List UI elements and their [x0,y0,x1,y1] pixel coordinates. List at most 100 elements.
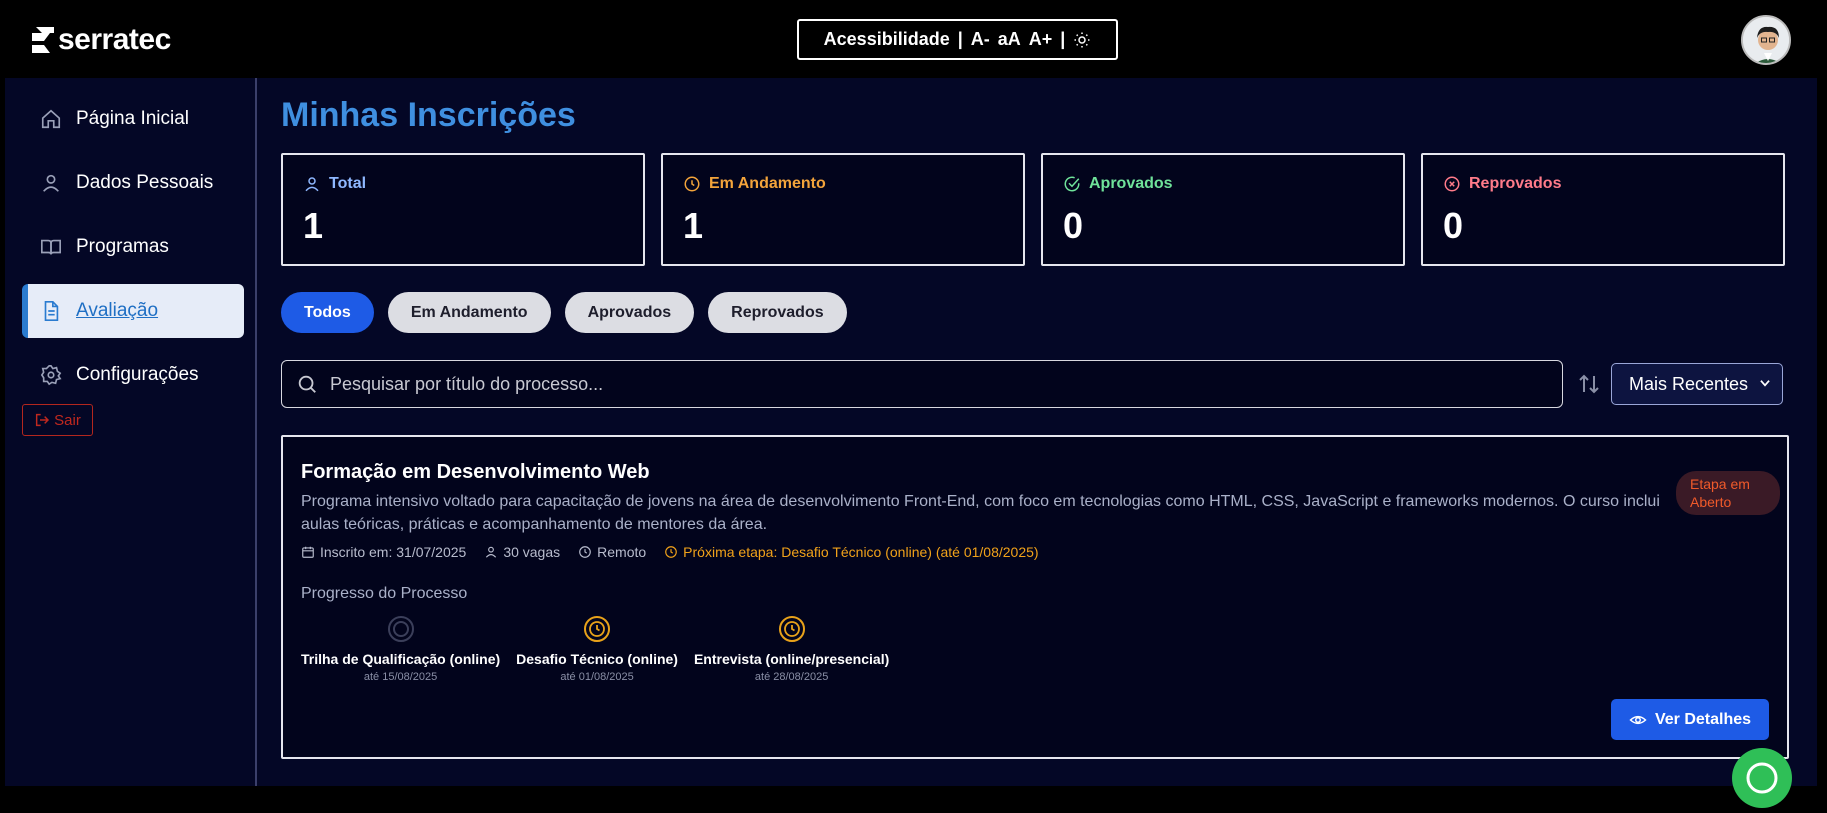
logout-icon [36,413,50,427]
stat-value: 1 [303,205,324,246]
step-date: até 28/08/2025 [754,671,829,683]
sidebar-item-personal-data[interactable]: Dados Pessoais [22,156,244,210]
search-input[interactable] [330,373,1530,395]
calendar-icon [302,546,314,558]
stat-card-approved: Aprovados 0 [1041,153,1405,266]
separator: | [957,29,963,49]
clock-icon [778,616,805,642]
step-name: Entrevista (online/presencial) [693,651,890,667]
avatar-illustration-icon [1743,17,1789,63]
filter-approved[interactable]: Aprovados [564,292,695,333]
sidebar-item-evaluation[interactable]: Avaliação [22,284,244,338]
sort-selected-value: Mais Recentes [1629,373,1749,394]
stat-label: Em Andamento [683,175,826,193]
progress-step: Entrevista (online/presencial) até 28/08… [694,615,889,683]
main-content: Minhas Inscrições Total 1 Em Andamento 1… [259,78,1817,786]
sidebar-item-label: Dados Pessoais [76,172,214,193]
filter-tabs: Todos Em Andamento Aprovados Reprovados [281,292,847,333]
clock-icon [665,546,678,558]
clock-icon [584,616,611,642]
card-description: Programa intensivo voltado para capacita… [301,493,1660,533]
accessibility-label: Acessibilidade [823,29,950,49]
logo-text: serratec [58,23,171,56]
progress-step: Trilha de Qualificação (online) até 15/0… [301,615,500,683]
stat-label-text: Aprovados [1089,175,1173,192]
sidebar-item-home[interactable]: Página Inicial [22,92,244,146]
sun-icon[interactable] [1073,31,1091,49]
clock-icon [684,176,700,192]
search-box [281,360,1563,408]
sidebar-item-settings[interactable]: Configurações [22,348,244,402]
sidebar-item-label: Página Inicial [76,108,190,129]
progress-step: Desafio Técnico (online) até 01/08/2025 [516,615,678,683]
progress-steps: Trilha de Qualificação (online) até 15/0… [301,615,889,683]
filter-in-progress[interactable]: Em Andamento [387,292,551,333]
meta-next-step-text: Próxima etapa: Desafio Técnico (online) … [683,544,1039,560]
sidebar-item-label: Configurações [76,364,199,385]
step-date: até 15/08/2025 [363,671,438,683]
meta-mode: Remoto [578,544,646,560]
enrollment-card: Formação em Desenvolvimento Web Programa… [281,435,1789,759]
stat-card-total: Total 1 [281,153,645,266]
user-icon [486,546,497,558]
sort-select[interactable]: Mais Recentes [1611,363,1783,405]
step-name: Desafio Técnico (online) [516,651,678,667]
filter-all[interactable]: Todos [281,292,374,333]
user-icon [305,177,319,192]
chevron-down-icon [1760,380,1770,387]
stat-value: 1 [683,205,704,246]
sidebar-item-programs[interactable]: Programas [22,220,244,274]
stat-label: Total [303,175,366,193]
meta-next-step: Próxima etapa: Desafio Técnico (online) … [664,544,1039,560]
progress-label: Progresso do Processo [301,585,468,602]
whatsapp-icon [1746,762,1778,794]
card-meta: Inscrito em: 31/07/2025 30 vagas Remoto … [301,544,1039,560]
gear-icon [40,365,62,386]
stat-card-in-progress: Em Andamento 1 [661,153,1025,266]
search-icon [298,375,316,393]
separator: | [1060,29,1066,49]
stat-label: Reprovados [1443,175,1561,193]
meta-enrolled: Inscrito em: 31/07/2025 [301,544,466,560]
clock-icon [579,546,591,558]
serratec-logo[interactable]: serratec [32,22,171,58]
card-title: Formação em Desenvolvimento Web [301,461,650,483]
meta-mode-text: Remoto [597,544,647,560]
eye-icon [1629,715,1647,724]
accessibility-bar: Acessibilidade | A- aA A+ | [797,19,1118,60]
user-icon [43,174,59,192]
stat-value: 0 [1063,205,1084,246]
font-increase-button[interactable]: A+ [1029,29,1053,50]
sort-icon[interactable] [1577,372,1601,396]
status-badge: Etapa em Aberto [1676,471,1780,515]
user-avatar[interactable] [1741,15,1791,65]
whatsapp-chat-button[interactable] [1732,748,1792,808]
font-reset-button[interactable]: aA [998,29,1021,50]
sidebar-item-label: Programas [76,236,169,257]
book-icon [41,239,61,255]
stat-value: 0 [1443,205,1464,246]
sidebar-item-label: Avaliação [76,300,159,321]
view-details-label: Ver Detalhes [1654,710,1752,728]
stat-label-text: Total [329,175,367,192]
document-icon [44,301,59,321]
logo-mark-icon [32,27,54,53]
step-name: Trilha de Qualificação (online) [301,651,501,667]
stat-card-rejected: Reprovados 0 [1421,153,1785,266]
logout-button[interactable]: Sair [22,404,93,436]
check-circle-icon [1064,176,1080,192]
stat-label-text: Reprovados [1469,175,1562,192]
stat-label: Aprovados [1063,175,1173,193]
filter-rejected[interactable]: Reprovados [708,292,847,333]
meta-vacancies: 30 vagas [484,544,560,560]
page-title: Minhas Inscrições [281,96,576,134]
x-circle-icon [1444,176,1460,192]
sidebar: Página Inicial Dados Pessoais Programas … [5,78,257,786]
status-badge-line: Etapa em [1690,476,1750,492]
step-date: até 01/08/2025 [560,671,634,683]
font-decrease-button[interactable]: A- [971,29,990,50]
stat-label-text: Em Andamento [709,175,826,192]
top-bar: serratec Acessibilidade | A- aA A+ | [0,0,1827,78]
view-details-button[interactable]: Ver Detalhes [1611,699,1769,740]
meta-vacancies-text: 30 vagas [503,544,561,560]
